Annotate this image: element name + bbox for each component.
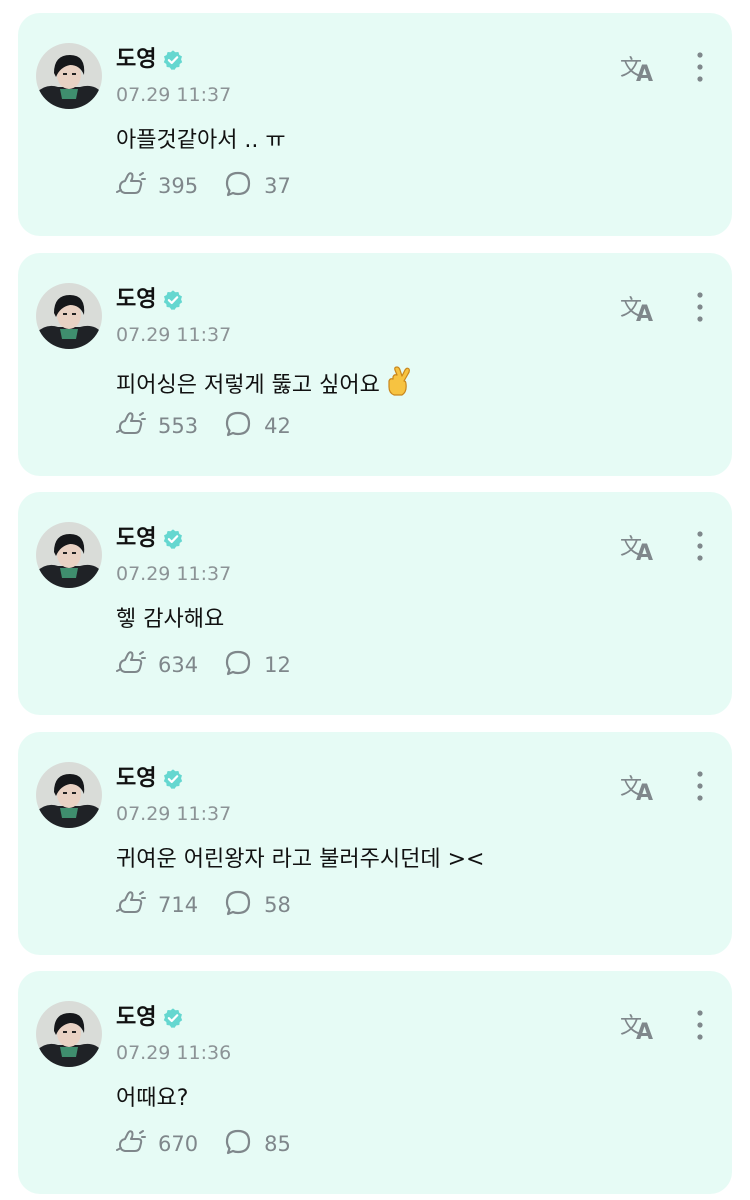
post-text: 어때요? [116, 1086, 189, 1111]
post-feed: 도영 07.29 11:37 아플것같아서 .. ㅠ 395 37 文 A 도영… [0, 0, 750, 1200]
more-options-icon[interactable] [692, 768, 708, 804]
avatar[interactable] [36, 762, 102, 828]
verified-badge-icon [162, 1007, 184, 1029]
like-icon [116, 1128, 158, 1161]
verified-badge-icon [162, 528, 184, 550]
like-button[interactable]: 714 [116, 889, 198, 922]
post-timestamp: 07.29 11:37 [116, 84, 232, 106]
comment-count: 58 [264, 893, 291, 917]
more-options-icon[interactable] [692, 528, 708, 564]
author-name[interactable]: 도영 [116, 1005, 156, 1031]
comment-button[interactable]: 12 [224, 649, 291, 682]
verified-badge-icon [162, 289, 184, 311]
post-timestamp: 07.29 11:37 [116, 324, 232, 346]
post-text-row: 헿 감사해요 [116, 605, 224, 635]
svg-text:A: A [636, 1020, 653, 1043]
post-text-row: 어때요? [116, 1084, 188, 1114]
svg-text:A: A [636, 302, 653, 325]
post-text-row: 귀여운 어린왕자 라고 불러주시던데 >< [116, 845, 484, 875]
author-name-row[interactable]: 도영 [116, 766, 184, 792]
svg-text:A: A [636, 781, 653, 804]
svg-text:A: A [636, 62, 653, 85]
comment-button[interactable]: 58 [224, 889, 291, 922]
post-card[interactable]: 도영 07.29 11:36 어때요? 670 85 文 A [18, 971, 732, 1194]
author-name-row[interactable]: 도영 [116, 1005, 184, 1031]
post-timestamp: 07.29 11:37 [116, 803, 232, 825]
comment-icon [224, 170, 264, 203]
like-button[interactable]: 395 [116, 170, 198, 203]
comment-button[interactable]: 37 [224, 170, 291, 203]
like-count: 395 [158, 174, 199, 198]
crossed-fingers-emoji-icon [386, 366, 412, 405]
comment-count: 85 [264, 1132, 291, 1156]
comment-icon [224, 889, 264, 922]
like-icon [116, 170, 158, 203]
post-card[interactable]: 도영 07.29 11:37 헿 감사해요 634 12 文 A [18, 492, 732, 715]
avatar[interactable] [36, 1001, 102, 1067]
translate-icon[interactable]: 文 A [620, 770, 658, 806]
comment-icon [224, 1128, 264, 1161]
author-name[interactable]: 도영 [116, 287, 156, 313]
verified-badge-icon [162, 768, 184, 790]
translate-icon[interactable]: 文 A [620, 1009, 658, 1045]
author-name[interactable]: 도영 [116, 47, 156, 73]
translate-icon[interactable]: 文 A [620, 51, 658, 87]
avatar[interactable] [36, 43, 102, 109]
like-icon [116, 649, 158, 682]
post-text-row: 피어싱은 저렇게 뚫고 싶어요 [116, 366, 412, 405]
like-count: 714 [158, 893, 199, 917]
author-name[interactable]: 도영 [116, 766, 156, 792]
like-button[interactable]: 670 [116, 1128, 198, 1161]
comment-count: 37 [264, 174, 291, 198]
more-options-icon[interactable] [692, 289, 708, 325]
more-options-icon[interactable] [692, 1007, 708, 1043]
post-stats: 553 42 [116, 411, 317, 441]
post-stats: 634 12 [116, 650, 317, 680]
post-stats: 395 37 [116, 171, 317, 201]
comment-icon [224, 649, 264, 682]
post-text-row: 아플것같아서 .. ㅠ [116, 126, 286, 156]
post-text: 귀여운 어린왕자 라고 불러주시던데 >< [116, 847, 485, 872]
comment-icon [224, 410, 264, 443]
post-card[interactable]: 도영 07.29 11:37 피어싱은 저렇게 뚫고 싶어요 553 42 文 … [18, 253, 732, 476]
translate-icon[interactable]: 文 A [620, 291, 658, 327]
post-timestamp: 07.29 11:36 [116, 1042, 232, 1064]
comment-button[interactable]: 42 [224, 410, 291, 443]
like-icon [116, 410, 158, 443]
comment-button[interactable]: 85 [224, 1128, 291, 1161]
post-stats: 670 85 [116, 1129, 317, 1159]
post-text: 피어싱은 저렇게 뚫고 싶어요 [116, 373, 380, 398]
post-card[interactable]: 도영 07.29 11:37 아플것같아서 .. ㅠ 395 37 文 A [18, 13, 732, 236]
comment-count: 42 [264, 414, 291, 438]
like-count: 670 [158, 1132, 199, 1156]
like-button[interactable]: 553 [116, 410, 198, 443]
like-button[interactable]: 634 [116, 649, 198, 682]
like-icon [116, 889, 158, 922]
avatar[interactable] [36, 522, 102, 588]
author-name-row[interactable]: 도영 [116, 526, 184, 552]
verified-badge-icon [162, 49, 184, 71]
post-timestamp: 07.29 11:37 [116, 563, 232, 585]
like-count: 634 [158, 653, 199, 677]
post-stats: 714 58 [116, 890, 317, 920]
post-card[interactable]: 도영 07.29 11:37 귀여운 어린왕자 라고 불러주시던데 >< 714 [18, 732, 732, 955]
translate-icon[interactable]: 文 A [620, 530, 658, 566]
author-name[interactable]: 도영 [116, 526, 156, 552]
svg-text:A: A [636, 541, 653, 564]
post-text: 헿 감사해요 [116, 607, 225, 632]
avatar[interactable] [36, 283, 102, 349]
author-name-row[interactable]: 도영 [116, 287, 184, 313]
like-count: 553 [158, 414, 199, 438]
post-text: 아플것같아서 .. ㅠ [116, 128, 286, 153]
author-name-row[interactable]: 도영 [116, 47, 184, 73]
more-options-icon[interactable] [692, 49, 708, 85]
comment-count: 12 [264, 653, 291, 677]
